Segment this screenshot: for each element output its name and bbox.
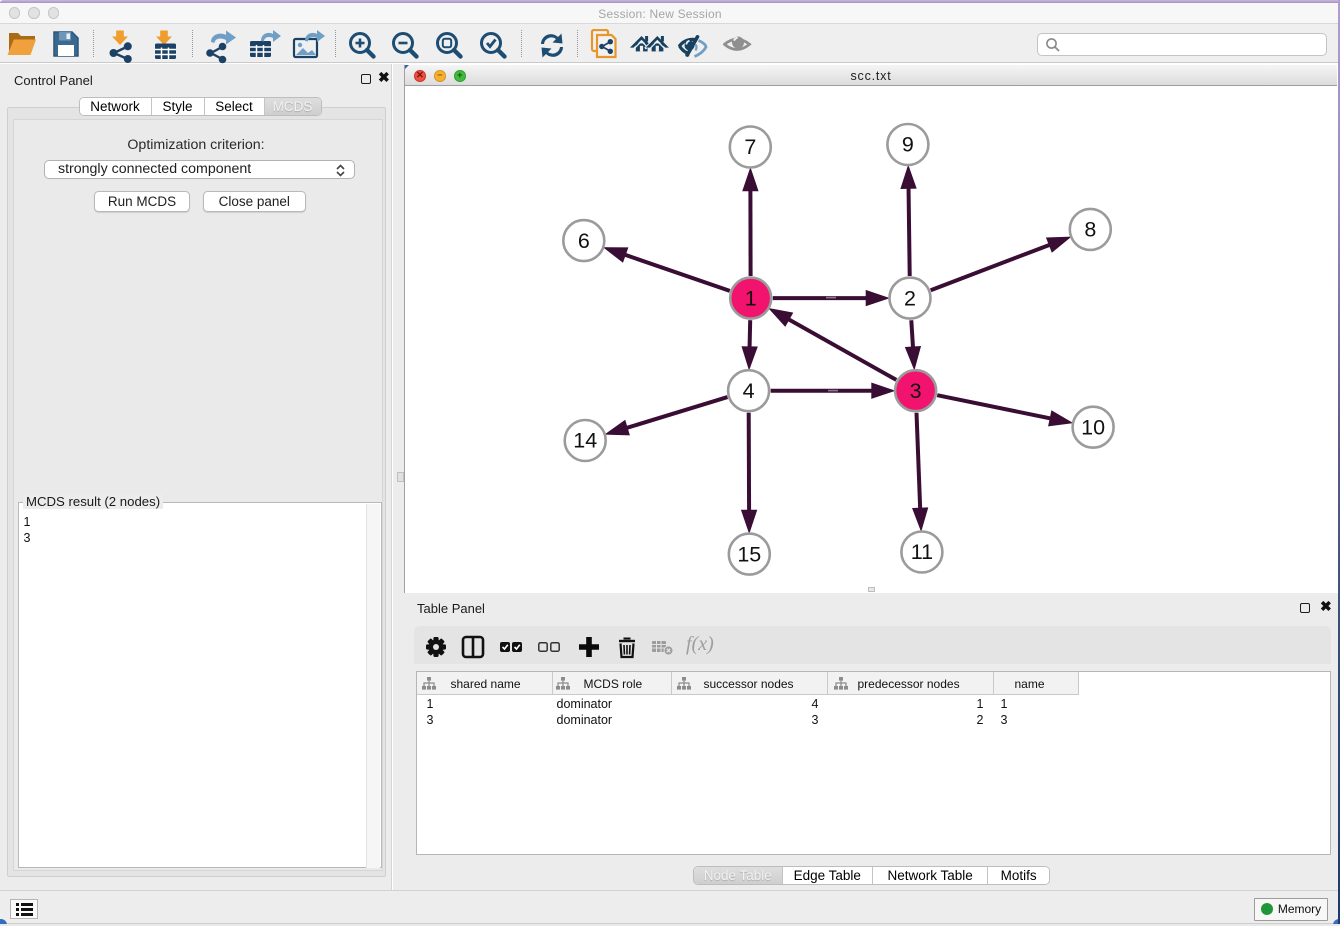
svg-text:3: 3 xyxy=(910,379,922,403)
svg-text:1: 1 xyxy=(745,286,757,310)
svg-text:4: 4 xyxy=(743,379,755,403)
svg-text:10: 10 xyxy=(1081,415,1105,439)
svg-text:8: 8 xyxy=(1084,218,1096,242)
svg-text:2: 2 xyxy=(904,286,916,310)
svg-text:15: 15 xyxy=(737,542,761,566)
svg-text:6: 6 xyxy=(578,229,590,253)
svg-text:7: 7 xyxy=(744,135,756,159)
svg-text:9: 9 xyxy=(902,133,914,157)
svg-text:11: 11 xyxy=(911,540,933,564)
svg-text:14: 14 xyxy=(573,429,597,453)
